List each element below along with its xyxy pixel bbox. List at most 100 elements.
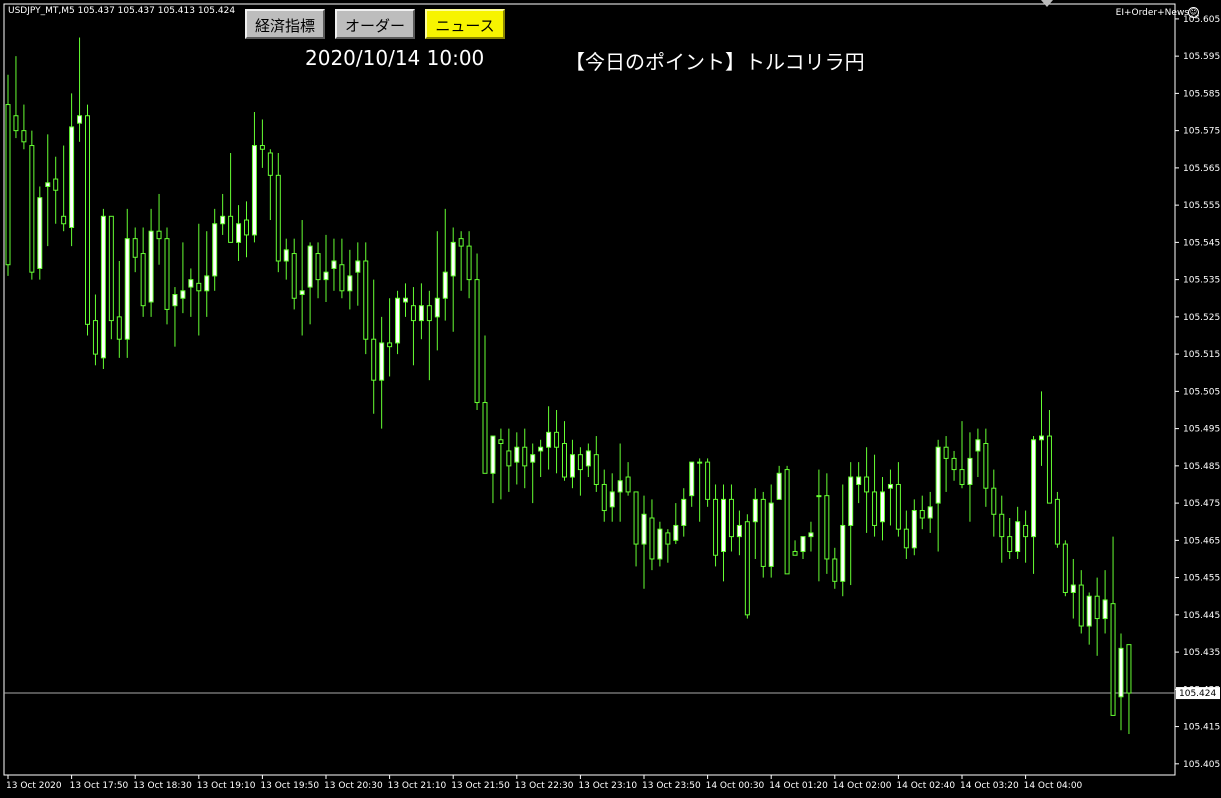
ea-label: EI+Order+News <box>1115 8 1189 18</box>
candle <box>633 491 639 567</box>
price-tick-label: 105.415 <box>1183 723 1220 733</box>
candle-body <box>1126 644 1132 694</box>
price-tick-label: 105.495 <box>1183 425 1220 435</box>
candle <box>705 458 711 507</box>
candle <box>522 428 528 489</box>
news-title[interactable]: 【今日のポイント】トルコリラ円 <box>565 46 865 75</box>
candle <box>29 130 35 280</box>
candle-body <box>307 245 313 288</box>
candle-body <box>490 435 496 474</box>
candle <box>275 152 281 273</box>
candle-body <box>403 297 408 303</box>
axes <box>3 3 1176 776</box>
candle <box>760 491 766 578</box>
candle-body <box>450 241 456 277</box>
candle <box>1039 391 1044 466</box>
candle <box>466 231 472 299</box>
candle <box>482 335 488 474</box>
chart-area[interactable]: 105.605 105.595 105.585 105.575 105.565 105.5… <box>0 0 1221 794</box>
candle-body <box>848 476 854 526</box>
time-axis: 13 Oct 2020 13 Oct 17:50 13 Oct 18:30 13 Oc… <box>6 775 1083 791</box>
candle-body <box>919 510 925 519</box>
candle-body <box>1062 543 1068 593</box>
candle-body <box>856 476 862 485</box>
candle-body <box>244 219 249 236</box>
candle <box>180 242 186 314</box>
candle <box>999 495 1005 563</box>
candle-body <box>379 342 385 381</box>
candle <box>776 465 782 500</box>
candle <box>331 238 337 291</box>
time-tick-label: 14 Oct 00:30 <box>706 781 765 791</box>
candle-body <box>498 439 504 445</box>
candle <box>307 242 313 325</box>
price-tick-label: 105.445 <box>1183 611 1220 621</box>
candle <box>490 435 496 504</box>
candle-body <box>808 532 814 538</box>
time-tick-label: 13 Oct 21:10 <box>388 781 447 791</box>
candle <box>339 238 345 299</box>
candle <box>37 186 43 280</box>
candle-body <box>299 290 305 296</box>
candle-body <box>673 524 679 541</box>
candle-body <box>506 450 512 467</box>
candle-body <box>1015 521 1021 553</box>
candle-body <box>903 528 909 549</box>
candle-body <box>522 446 528 467</box>
candle-body <box>37 197 43 269</box>
price-axis: 105.605105.595105.585105.575105.565105.5… <box>1175 15 1220 770</box>
candle-body <box>259 145 265 150</box>
candlestick-chart[interactable]: 105.605105.595105.585105.575105.565105.5… <box>0 0 1221 794</box>
price-tick-label: 105.455 <box>1183 574 1220 584</box>
price-tick-label: 105.565 <box>1183 164 1220 174</box>
economic-indicators-button[interactable]: 経済指標 <box>245 9 325 39</box>
price-tick-label: 105.405 <box>1183 760 1220 770</box>
candle <box>872 454 878 537</box>
candle <box>569 439 575 489</box>
candle-body <box>156 230 162 240</box>
candle <box>903 510 909 559</box>
candle-body <box>689 461 695 497</box>
candle-body <box>609 491 615 508</box>
news-button[interactable]: ニュース <box>425 9 505 39</box>
candle-body <box>69 126 75 228</box>
candle <box>1007 518 1013 559</box>
candle-body <box>959 469 965 485</box>
candle-body <box>864 476 870 493</box>
candle <box>673 503 679 545</box>
candle <box>864 447 870 533</box>
candle-body <box>1023 524 1029 538</box>
candle <box>426 290 432 381</box>
price-tick-label: 105.575 <box>1183 127 1220 137</box>
current-price-label: 105.424 <box>1179 689 1216 699</box>
candle-body <box>601 483 607 512</box>
candle-body <box>418 305 424 322</box>
candle <box>315 242 321 299</box>
candle-body <box>776 472 782 500</box>
candle-body <box>331 260 337 269</box>
candle <box>625 462 631 496</box>
candle <box>959 421 965 489</box>
candle-body <box>617 480 623 493</box>
candle <box>689 461 695 507</box>
candle <box>371 279 377 414</box>
candle <box>164 227 170 325</box>
order-button[interactable]: オーダー <box>335 9 415 39</box>
candle <box>784 465 790 575</box>
candle-body <box>975 439 981 452</box>
smiley-icon[interactable]: ☺ <box>1188 7 1199 18</box>
candle <box>323 234 329 302</box>
candle <box>1102 570 1108 634</box>
candle-body <box>108 215 114 322</box>
candle <box>911 499 917 556</box>
time-tick-label: 13 Oct 21:50 <box>451 781 510 791</box>
symbol-info: USDJPY_MT,M5 105.437 105.437 105.413 105… <box>8 6 236 16</box>
candle <box>442 208 448 321</box>
candle-body <box>347 275 353 292</box>
candle <box>768 484 774 578</box>
price-tick-label: 105.555 <box>1183 201 1220 211</box>
candle-body <box>5 104 11 266</box>
candle <box>927 491 933 533</box>
chart-shift-marker-icon[interactable] <box>1041 0 1053 7</box>
candle <box>713 484 719 567</box>
